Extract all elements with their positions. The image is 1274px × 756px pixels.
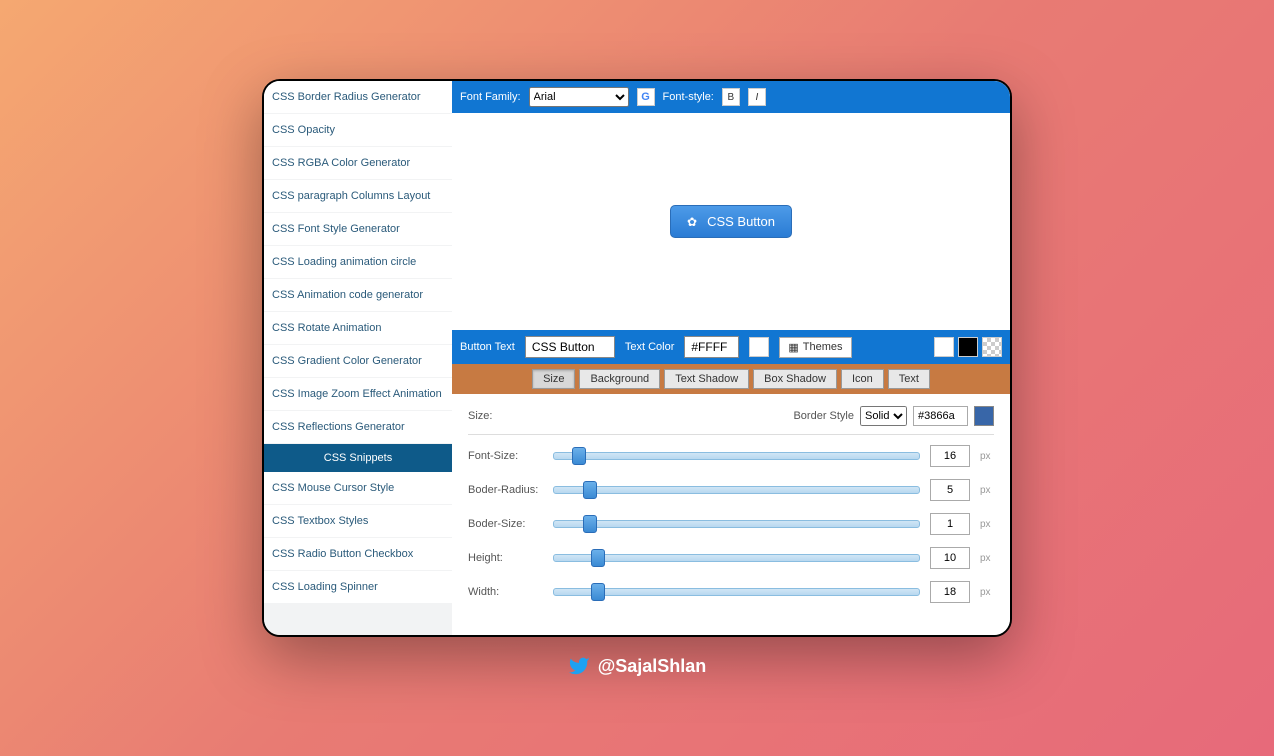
gear-icon: ✿	[687, 215, 697, 229]
theme-swatch-transparent[interactable]	[982, 337, 1002, 357]
twitter-icon	[568, 655, 590, 677]
main-panel: Font Family: Arial G Font-style: B I ✿ C…	[452, 81, 1010, 635]
slider-value-input[interactable]	[930, 547, 970, 569]
slider-track[interactable]	[553, 452, 920, 460]
sidebar-item[interactable]: CSS Mouse Cursor Style	[264, 472, 452, 504]
slider-thumb[interactable]	[591, 583, 605, 601]
unit-label: px	[980, 485, 994, 496]
slider-thumb[interactable]	[591, 549, 605, 567]
unit-label: px	[980, 451, 994, 462]
sidebar-item[interactable]: CSS paragraph Columns Layout	[264, 180, 452, 212]
slider-row: Width: px	[468, 581, 994, 603]
slider-track[interactable]	[553, 486, 920, 494]
button-text-label: Button Text	[460, 341, 515, 353]
italic-button[interactable]: I	[748, 88, 766, 106]
slider-label: Boder-Size:	[468, 518, 543, 530]
border-style-label: Border Style	[793, 410, 854, 422]
sidebar-item[interactable]: CSS Loading Spinner	[264, 571, 452, 603]
slider-track[interactable]	[553, 588, 920, 596]
sidebar-item[interactable]: CSS Gradient Color Generator	[264, 345, 452, 377]
sidebar-item[interactable]: CSS Textbox Styles	[264, 505, 452, 537]
button-preview: ✿ CSS Button	[452, 113, 1010, 330]
attribution: @SajalShlan	[568, 655, 707, 677]
border-color-input[interactable]	[913, 406, 968, 426]
tab-size[interactable]: Size	[532, 369, 575, 389]
slider-thumb[interactable]	[583, 515, 597, 533]
size-panel: Size: Border Style Solid Font-Size: px B…	[452, 394, 1010, 635]
attribution-handle: @SajalShlan	[598, 656, 707, 677]
tab-background[interactable]: Background	[579, 369, 660, 389]
sidebar-item[interactable]: CSS Reflections Generator	[264, 411, 452, 443]
property-tabs: Size Background Text Shadow Box Shadow I…	[452, 364, 1010, 394]
font-family-label: Font Family:	[460, 91, 521, 103]
slider-value-input[interactable]	[930, 581, 970, 603]
sidebar: CSS Border Radius Generator CSS Opacity …	[264, 81, 452, 635]
unit-label: px	[980, 553, 994, 564]
unit-label: px	[980, 519, 994, 530]
slider-track[interactable]	[553, 520, 920, 528]
tab-text-shadow[interactable]: Text Shadow	[664, 369, 749, 389]
slider-thumb[interactable]	[572, 447, 586, 465]
slider-value-input[interactable]	[930, 479, 970, 501]
unit-label: px	[980, 587, 994, 598]
tab-text[interactable]: Text	[888, 369, 930, 389]
tab-icon[interactable]: Icon	[841, 369, 884, 389]
sidebar-item[interactable]: CSS Radio Button Checkbox	[264, 538, 452, 570]
text-color-swatch[interactable]	[749, 337, 769, 357]
border-style-select[interactable]: Solid	[860, 406, 907, 426]
slider-row: Font-Size: px	[468, 445, 994, 467]
slider-label: Height:	[468, 552, 543, 564]
button-config-bar: Button Text Text Color ▦ Themes	[452, 330, 1010, 364]
slider-track[interactable]	[553, 554, 920, 562]
sidebar-item[interactable]: CSS Image Zoom Effect Animation	[264, 378, 452, 410]
panel-title: Size:	[468, 410, 492, 422]
sidebar-item[interactable]: CSS Rotate Animation	[264, 312, 452, 344]
sidebar-item[interactable]: CSS Animation code generator	[264, 279, 452, 311]
slider-row: Boder-Size: px	[468, 513, 994, 535]
slider-label: Boder-Radius:	[468, 484, 543, 496]
preview-button[interactable]: ✿ CSS Button	[670, 205, 792, 238]
sidebar-item[interactable]: CSS Border Radius Generator	[264, 81, 452, 113]
slider-value-input[interactable]	[930, 513, 970, 535]
themes-button[interactable]: ▦ Themes	[779, 337, 851, 358]
sidebar-section-header: CSS Snippets	[264, 444, 452, 472]
theme-swatch-white[interactable]	[934, 337, 954, 357]
google-fonts-icon[interactable]: G	[637, 88, 655, 106]
font-family-select[interactable]: Arial	[529, 87, 629, 107]
theme-swatch-black[interactable]	[958, 337, 978, 357]
slider-label: Font-Size:	[468, 450, 543, 462]
sidebar-item[interactable]: CSS RGBA Color Generator	[264, 147, 452, 179]
text-color-input[interactable]	[684, 336, 739, 358]
font-style-label: Font-style:	[663, 91, 714, 103]
themes-label: Themes	[803, 341, 843, 353]
button-text-input[interactable]	[525, 336, 615, 358]
slider-thumb[interactable]	[583, 481, 597, 499]
grid-icon: ▦	[788, 341, 798, 354]
app-window: CSS Border Radius Generator CSS Opacity …	[262, 79, 1012, 637]
text-color-label: Text Color	[625, 341, 675, 353]
slider-value-input[interactable]	[930, 445, 970, 467]
border-color-swatch[interactable]	[974, 406, 994, 426]
slider-row: Height: px	[468, 547, 994, 569]
sidebar-item[interactable]: CSS Opacity	[264, 114, 452, 146]
slider-label: Width:	[468, 586, 543, 598]
font-toolbar: Font Family: Arial G Font-style: B I	[452, 81, 1010, 113]
slider-row: Boder-Radius: px	[468, 479, 994, 501]
sidebar-item[interactable]: CSS Loading animation circle	[264, 246, 452, 278]
bold-button[interactable]: B	[722, 88, 740, 106]
tab-box-shadow[interactable]: Box Shadow	[753, 369, 837, 389]
sidebar-item[interactable]: CSS Font Style Generator	[264, 213, 452, 245]
preview-button-label: CSS Button	[707, 214, 775, 229]
